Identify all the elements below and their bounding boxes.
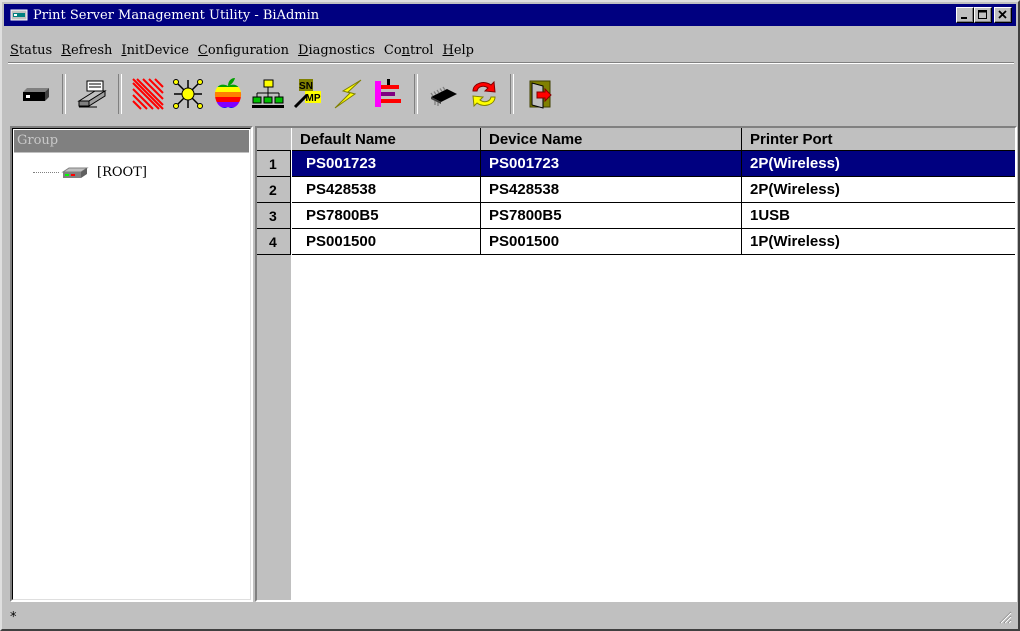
cell-default-name[interactable]: PS001500 — [292, 229, 481, 255]
tree-item-label: [ROOT] — [97, 165, 147, 180]
svg-text:MP: MP — [306, 93, 321, 104]
menu-diagnostics-accel: D — [298, 42, 309, 58]
status-bar: * — [4, 606, 1016, 628]
menu-refresh-accel: R — [61, 42, 71, 58]
cell-default-name[interactable]: PS7800B5 — [292, 203, 481, 229]
tree-connector — [33, 172, 59, 173]
toolbar-status-button[interactable] — [16, 74, 56, 114]
menu-help[interactable]: Help — [442, 43, 474, 58]
menu-control-pre: Co — [383, 42, 402, 58]
menu-status-accel: S — [10, 42, 19, 58]
column-header-printer-port[interactable]: Printer Port — [742, 128, 1015, 151]
status-text: * — [10, 609, 17, 625]
cell-printer-port[interactable]: 1P(Wireless) — [742, 229, 1015, 255]
toolbar: SN MP — [16, 70, 560, 118]
toolbar-chip-button[interactable] — [424, 74, 464, 114]
menu-diagnostics-label: iagnostics — [308, 42, 375, 58]
chip-icon — [430, 86, 457, 106]
toolbar-ports-button[interactable] — [368, 74, 408, 114]
menu-help-accel: H — [442, 42, 454, 58]
red-stripes-icon — [132, 78, 164, 110]
toolbar-separator — [62, 74, 66, 114]
cell-default-name[interactable]: PS001723 — [292, 151, 481, 177]
toolbar-printer-button[interactable] — [72, 74, 112, 114]
menu-diagnostics[interactable]: Diagnostics — [298, 43, 375, 58]
toolbar-netware-button[interactable] — [248, 74, 288, 114]
menu-configuration-accel: C — [197, 42, 208, 58]
print-server-icon — [61, 167, 89, 178]
menu-initdevice-label: nitDevice — [126, 42, 189, 58]
toolbar-stripes-button[interactable] — [128, 74, 168, 114]
main-window: Print Server Management Utility - BiAdmi… — [0, 0, 1020, 631]
exit-door-icon — [529, 80, 552, 109]
close-icon — [998, 10, 1007, 19]
column-header-default-name[interactable]: Default Name — [292, 128, 481, 151]
maximize-button[interactable] — [974, 7, 992, 23]
menu-configuration-label: onfiguration — [207, 42, 289, 58]
printer-icon — [77, 80, 107, 108]
row-number[interactable]: 1 — [257, 151, 291, 177]
close-button[interactable] — [994, 7, 1012, 23]
menu-control[interactable]: Control — [384, 43, 434, 58]
grid-corner — [257, 128, 292, 151]
menu-help-label: elp — [453, 42, 474, 58]
group-tree-frame: Group [ROOT] — [12, 128, 251, 600]
window-title: Print Server Management Utility - BiAdmi… — [33, 7, 320, 23]
cell-printer-port[interactable]: 1USB — [742, 203, 1015, 229]
minimize-icon — [961, 17, 967, 19]
toolbar-separator — [414, 74, 418, 114]
minimize-button[interactable] — [956, 7, 974, 23]
lightning-icon — [334, 79, 362, 109]
menu-refresh-label: efresh — [70, 42, 113, 58]
toolbar-lightning-button[interactable] — [328, 74, 368, 114]
maximize-icon — [978, 10, 987, 19]
group-header: Group — [14, 130, 249, 153]
refresh-arrows-icon — [472, 80, 496, 108]
row-number[interactable]: 2 — [257, 177, 291, 203]
resize-grip-icon[interactable] — [998, 610, 1012, 624]
netware-tree-icon — [252, 79, 284, 108]
toolbar-network-button[interactable] — [168, 74, 208, 114]
cell-device-name[interactable]: PS428538 — [481, 177, 742, 203]
apple-icon — [214, 78, 242, 108]
cell-default-name[interactable]: PS428538 — [292, 177, 481, 203]
toolbar-divider — [8, 62, 1014, 64]
row-number[interactable]: 4 — [257, 229, 291, 255]
menu-status[interactable]: Status — [10, 43, 52, 58]
print-server-app-icon — [10, 9, 28, 21]
cell-device-name[interactable]: PS001500 — [481, 229, 742, 255]
snmp-icon: SN MP — [293, 79, 321, 109]
menu-initdevice[interactable]: InitDevice — [121, 43, 189, 58]
toolbar-exit-button[interactable] — [520, 74, 560, 114]
toolbar-apple-button[interactable] — [208, 74, 248, 114]
tree-item-root[interactable]: [ROOT] — [33, 165, 147, 180]
group-tree-pane[interactable]: Group [ROOT] — [10, 126, 253, 602]
toolbar-separator — [510, 74, 514, 114]
cell-printer-port[interactable]: 2P(Wireless) — [742, 177, 1015, 203]
menu-control-accel: n — [401, 42, 411, 58]
cell-device-name[interactable]: PS7800B5 — [481, 203, 742, 229]
toolbar-refresh-button[interactable] — [464, 74, 504, 114]
menu-configuration[interactable]: Configuration — [198, 43, 289, 58]
menu-bar: Status Refresh InitDevice Configuration … — [4, 40, 477, 60]
print-server-icon — [23, 88, 49, 101]
svg-text:SN: SN — [299, 81, 313, 92]
cell-device-name[interactable]: PS001723 — [481, 151, 742, 177]
device-grid[interactable]: Default Name Device Name Printer Port 1 … — [255, 126, 1017, 602]
menu-status-label: tatus — [18, 42, 53, 58]
cell-printer-port[interactable]: 2P(Wireless) — [742, 151, 1015, 177]
column-header-device-name[interactable]: Device Name — [481, 128, 742, 151]
network-ports-icon — [375, 79, 401, 107]
menu-control-label: trol — [410, 42, 434, 58]
title-bar[interactable]: Print Server Management Utility - BiAdmi… — [4, 4, 1016, 26]
menu-refresh[interactable]: Refresh — [61, 43, 112, 58]
row-number[interactable]: 3 — [257, 203, 291, 229]
network-burst-icon — [173, 79, 203, 109]
toolbar-snmp-button[interactable]: SN MP — [288, 74, 328, 114]
toolbar-separator — [118, 74, 122, 114]
